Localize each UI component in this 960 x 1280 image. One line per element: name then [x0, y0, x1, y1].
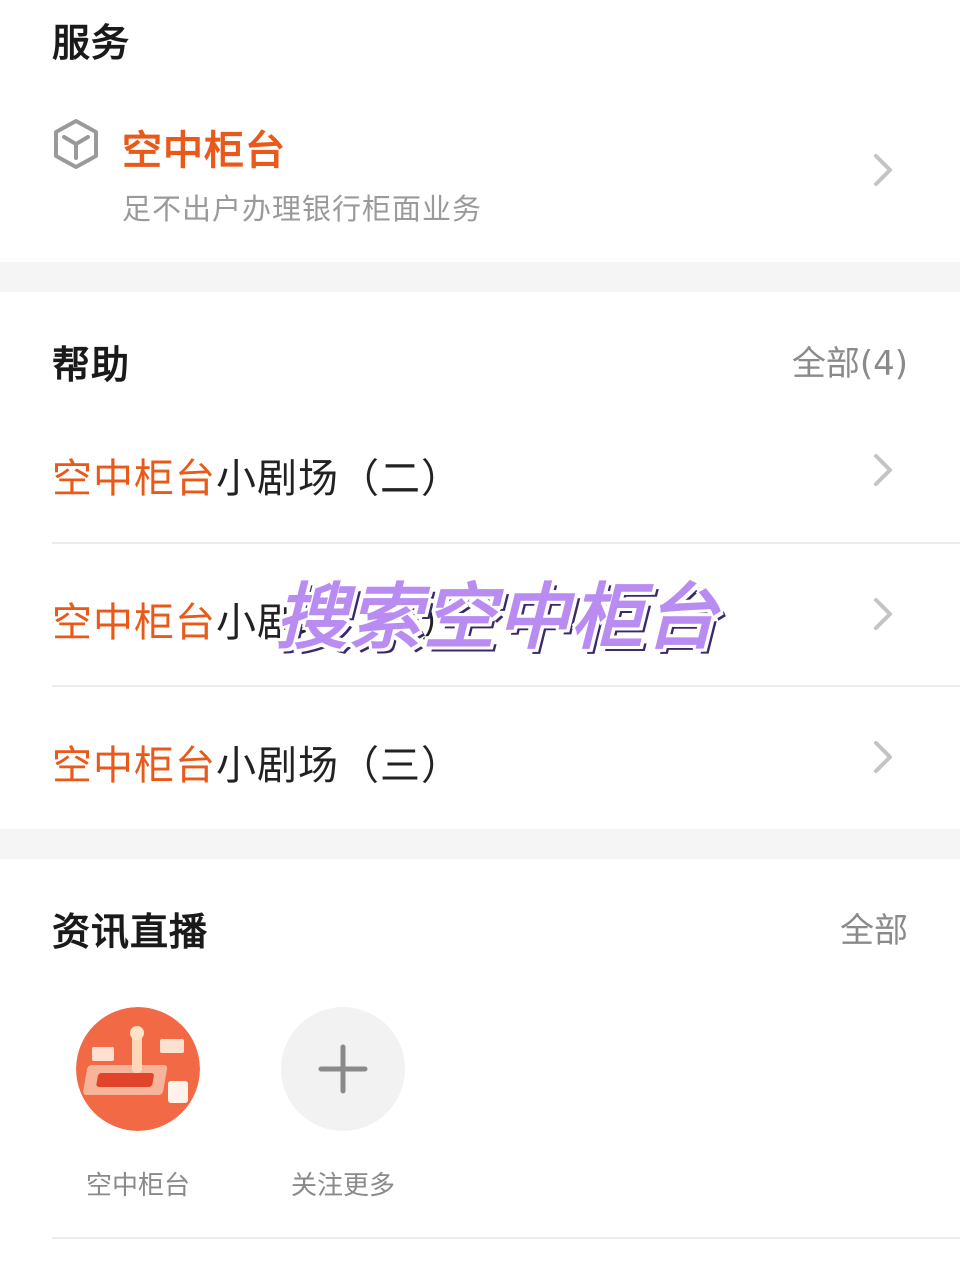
help-item-rest: 小剧场（三） [216, 743, 462, 789]
help-item-highlight: 空中柜台 [52, 743, 216, 789]
chevron-right-icon [874, 154, 892, 186]
news-channel-label: 关注更多 [290, 1171, 395, 1201]
news-section: 资讯直播 全部 空中柜台 关注更多 [0, 859, 960, 1280]
help-item-rest: 小剧场（二） [216, 456, 462, 502]
overlay-caption: 搜索空中柜台 [275, 575, 720, 659]
chevron-right-icon [874, 454, 892, 486]
section-gap [0, 262, 960, 292]
service-item-air-counter[interactable]: 空中柜台 足不出户办理银行柜面业务 [0, 96, 960, 246]
service-section-title: 服务 [52, 21, 131, 65]
service-item-subtitle: 足不出户办理银行柜面业务 [122, 192, 483, 226]
cube-icon [54, 119, 98, 169]
divider [52, 1237, 960, 1239]
help-item-highlight: 空中柜台 [52, 600, 216, 646]
follow-more-circle [281, 1007, 405, 1131]
help-all-link[interactable]: 全部(4) [792, 336, 908, 385]
news-section-title: 资讯直播 [52, 910, 209, 954]
help-item[interactable]: 空中柜台小剧场（二） [0, 400, 960, 543]
help-item-text: 空中柜台小剧场（三） [52, 733, 462, 791]
news-all-link[interactable]: 全部 [840, 903, 908, 952]
news-channel-air-counter[interactable]: 空中柜台 [58, 1007, 218, 1207]
help-item[interactable]: 空中柜台小剧场（三） [0, 687, 960, 830]
service-section: 服务 空中柜台 足不出户办理银行柜面业务 [0, 0, 960, 262]
counter-illustration-icon [76, 1007, 200, 1131]
news-channel-label: 空中柜台 [85, 1171, 190, 1201]
service-item-title: 空中柜台 [122, 128, 286, 174]
help-section-title: 帮助 [52, 343, 131, 387]
plus-icon [318, 1044, 368, 1094]
help-item-text: 空中柜台小剧场（二） [52, 446, 462, 504]
chevron-right-icon [874, 598, 892, 630]
follow-more-button[interactable]: 关注更多 [263, 1007, 423, 1207]
section-gap [0, 829, 960, 859]
help-item-highlight: 空中柜台 [52, 456, 216, 502]
chevron-right-icon [874, 741, 892, 773]
